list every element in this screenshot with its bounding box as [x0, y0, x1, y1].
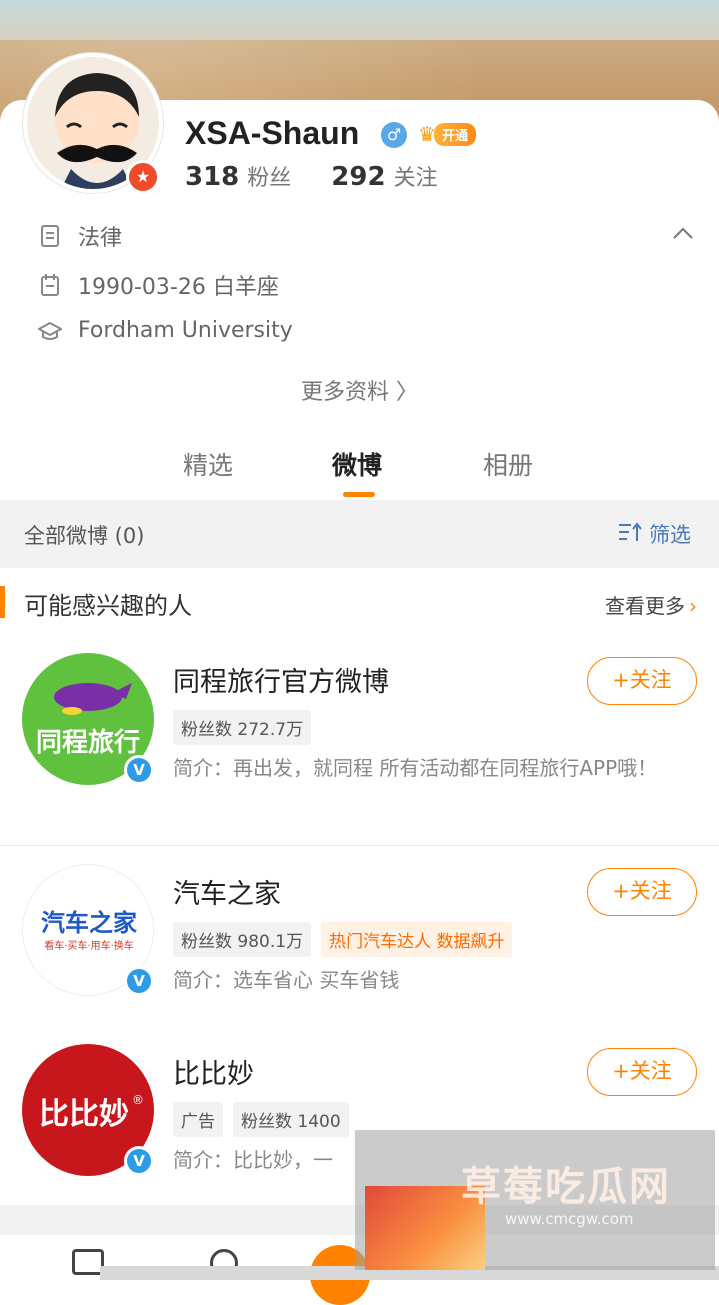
verified-icon: V — [124, 966, 154, 996]
tab-album[interactable]: 相册 — [483, 446, 533, 482]
filter-bar: 全部微博 (0) 筛选 — [0, 500, 719, 568]
ad-tag: 广告 — [173, 1102, 223, 1137]
tab-weibo[interactable]: 微博 — [332, 446, 382, 482]
filter-label: 筛选 — [649, 523, 691, 547]
filter-icon — [617, 521, 643, 548]
suggestions-header: 可能感兴趣的人 查看更多 › — [0, 578, 719, 630]
svg-text:®: ® — [132, 1093, 144, 1107]
all-posts-count[interactable]: 全部微博 (0) — [24, 520, 144, 550]
avatar-badge-icon: ★ — [126, 160, 160, 194]
person-name[interactable]: 汽车之家 — [173, 872, 281, 911]
hot-tag: 热门汽车达人 数据飙升 — [321, 922, 513, 957]
follow-button[interactable]: +关注 — [587, 1048, 697, 1096]
info-occupation: 法律 — [38, 220, 122, 252]
username: XSA-Shaun — [185, 115, 360, 151]
birthday-text: 1990-03-26 白羊座 — [78, 275, 279, 300]
following-label[interactable]: 关注 — [394, 160, 438, 192]
calendar-icon — [38, 273, 62, 297]
fans-count-tag: 粉丝数 272.7万 — [173, 710, 312, 745]
divider — [0, 845, 719, 846]
document-icon — [38, 224, 62, 248]
svg-text:看车·买车·用车·换车: 看车·买车·用车·换车 — [44, 939, 134, 952]
person-description: 简介：再出发，就同程 所有活动都在同程旅行APP哦！ — [173, 756, 658, 780]
active-tab-indicator — [343, 492, 375, 497]
person-description: 简介：选车省心 买车省钱 — [173, 968, 400, 992]
tab-featured[interactable]: 精选 — [183, 446, 233, 482]
info-school: Fordham University — [38, 318, 293, 343]
fans-count-tag: 粉丝数 1400 — [233, 1102, 349, 1137]
see-more-link[interactable]: 查看更多 › — [605, 590, 697, 619]
watermark-title: 草莓吃瓜网 — [461, 1164, 671, 1210]
followers-count[interactable]: 318 — [185, 162, 239, 192]
svg-text:同程旅行: 同程旅行 — [36, 727, 140, 758]
profile-tabs: 精选 微博 相册 — [0, 440, 719, 500]
person-name[interactable]: 比比妙 — [173, 1052, 254, 1091]
svg-text:汽车之家: 汽车之家 — [41, 909, 137, 937]
info-birthday: 1990-03-26 白羊座 — [38, 269, 279, 301]
vip-open-label: 开通 — [433, 122, 476, 146]
person-tags: 粉丝数 272.7万 — [173, 710, 312, 745]
person-name[interactable]: 同程旅行官方微博 — [173, 660, 389, 699]
follow-button[interactable]: +关注 — [587, 657, 697, 705]
follow-button[interactable]: +关注 — [587, 868, 697, 916]
section-accent-bar — [0, 586, 5, 618]
chevron-right-icon: › — [689, 594, 697, 618]
verified-icon: V — [124, 755, 154, 785]
following-count[interactable]: 292 — [331, 162, 385, 192]
chevron-up-icon[interactable] — [670, 222, 696, 248]
male-icon: ♂ — [381, 122, 407, 148]
occupation-text: 法律 — [78, 226, 123, 251]
fans-count-tag: 粉丝数 980.1万 — [173, 922, 312, 957]
followers-label[interactable]: 粉丝 — [247, 160, 291, 192]
more-info-link[interactable]: 更多资料 〉 — [0, 374, 719, 406]
person-tags: 广告 粉丝数 1400 — [173, 1102, 349, 1137]
vip-badge[interactable]: ♛ 开通 — [418, 122, 476, 146]
profile-stats: 318 粉丝 292 关注 — [185, 160, 438, 192]
watermark-url: www.cmcgw.com — [505, 1210, 634, 1228]
person-tags: 粉丝数 980.1万 热门汽车达人 数据飙升 — [173, 922, 513, 957]
graduation-cap-icon — [38, 319, 62, 343]
verified-icon: V — [124, 1146, 154, 1176]
watermark-overlay: 草莓吃瓜网 www.cmcgw.com — [355, 1130, 715, 1270]
see-more-label: 查看更多 — [605, 594, 685, 618]
filter-button[interactable]: 筛选 — [617, 519, 691, 549]
suggestions-title: 可能感兴趣的人 — [24, 592, 192, 620]
school-text: Fordham University — [78, 318, 293, 343]
svg-text:比比妙: 比比妙 — [39, 1097, 129, 1132]
